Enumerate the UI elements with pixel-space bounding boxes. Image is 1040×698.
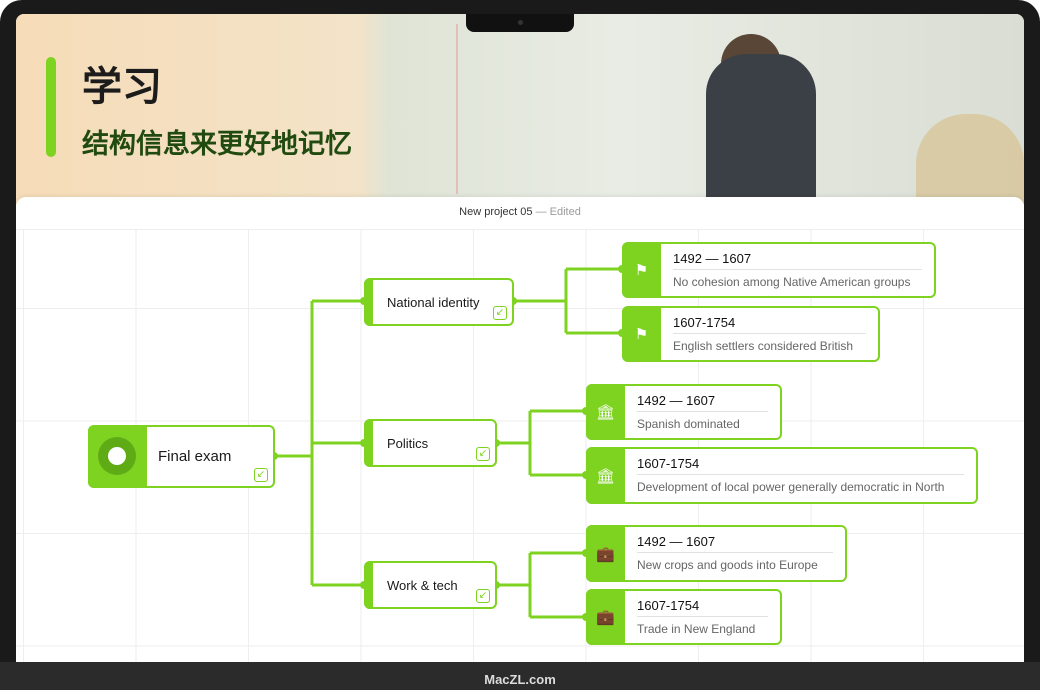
branch-node-work-tech[interactable]: Work & tech ↙ <box>364 561 497 609</box>
branch-node-national-identity[interactable]: National identity ↙ <box>364 278 514 326</box>
window-titlebar: New project 05 — Edited <box>16 197 1024 230</box>
leaf-text: Development of local power generally dem… <box>637 480 945 494</box>
node-label: Politics <box>387 435 429 451</box>
leaf-period: 1607-1754 <box>637 598 768 617</box>
leaf-text: New crops and goods into Europe <box>637 558 818 572</box>
collapse-icon[interactable]: ↙ <box>493 306 507 320</box>
accent-bar <box>46 57 56 157</box>
leaf-node[interactable]: ⚑ 1607-1754 English settlers considered … <box>622 306 880 362</box>
banner-title: 学习 <box>82 64 162 110</box>
node-label: Work & tech <box>387 577 458 593</box>
camera-notch <box>466 14 574 32</box>
project-name: New project 05 <box>459 206 533 218</box>
laptop-base: MacZL.com <box>0 662 1040 690</box>
branch-node-politics[interactable]: Politics ↙ <box>364 419 497 467</box>
node-label: National identity <box>387 294 480 310</box>
leaf-text: No cohesion among Native American groups <box>673 275 911 289</box>
leaf-text: Spanish dominated <box>637 417 740 431</box>
node-label: Final exam <box>158 448 232 465</box>
collapse-icon[interactable]: ↙ <box>476 447 490 461</box>
leaf-node[interactable]: 🏛 1492 — 1607 Spanish dominated <box>586 384 782 440</box>
leaf-text: English settlers considered British <box>673 339 854 353</box>
photo-person-2 <box>916 114 1024 204</box>
bank-icon: 🏛 <box>586 447 625 504</box>
bank-icon: 🏛 <box>586 384 625 440</box>
photo-person <box>706 54 816 204</box>
banner-subtitle: 结构信息来更好地记忆 <box>82 129 352 160</box>
leaf-node[interactable]: 💼 1607-1754 Trade in New England <box>586 589 782 645</box>
leaf-text: Trade in New England <box>637 622 756 636</box>
collapse-icon[interactable]: ↙ <box>476 589 490 603</box>
leaf-node[interactable]: ⚑ 1492 — 1607 No cohesion among Native A… <box>622 242 936 298</box>
app-window: New project 05 — Edited Final exam ↙ Nat… <box>16 197 1024 662</box>
flag-icon: ⚑ <box>622 242 661 298</box>
branch2-connector <box>496 409 586 477</box>
briefcase-icon: 💼 <box>586 589 625 645</box>
watermark: MacZL.com <box>484 672 556 687</box>
leaf-node[interactable]: 💼 1492 — 1607 New crops and goods into E… <box>586 525 847 582</box>
mindmap-canvas[interactable]: Final exam ↙ National identity ↙ Politic… <box>16 230 1024 662</box>
root-connector <box>274 299 364 587</box>
flag-icon: ⚑ <box>622 306 661 362</box>
briefcase-icon: 💼 <box>586 525 625 582</box>
leaf-period: 1492 — 1607 <box>637 534 833 553</box>
leaf-node[interactable]: 🏛 1607-1754 Development of local power g… <box>586 447 978 504</box>
branch1-connector <box>513 267 622 335</box>
leaf-period: 1607-1754 <box>673 315 866 334</box>
promo-banner: 学习 结构信息来更好地记忆 <box>16 14 1024 204</box>
leaf-period: 1492 — 1607 <box>673 251 922 270</box>
collapse-icon[interactable]: ↙ <box>254 468 268 482</box>
camera-icon <box>518 20 523 25</box>
branch3-connector <box>496 551 586 619</box>
leaf-period: 1492 — 1607 <box>637 393 768 412</box>
root-node-final-exam[interactable]: Final exam ↙ <box>88 425 275 488</box>
target-icon <box>98 437 136 475</box>
edit-status: — Edited <box>535 206 581 218</box>
leaf-period: 1607-1754 <box>637 456 964 475</box>
screen: 学习 结构信息来更好地记忆 New project 05 — Edited Fi… <box>16 14 1024 662</box>
